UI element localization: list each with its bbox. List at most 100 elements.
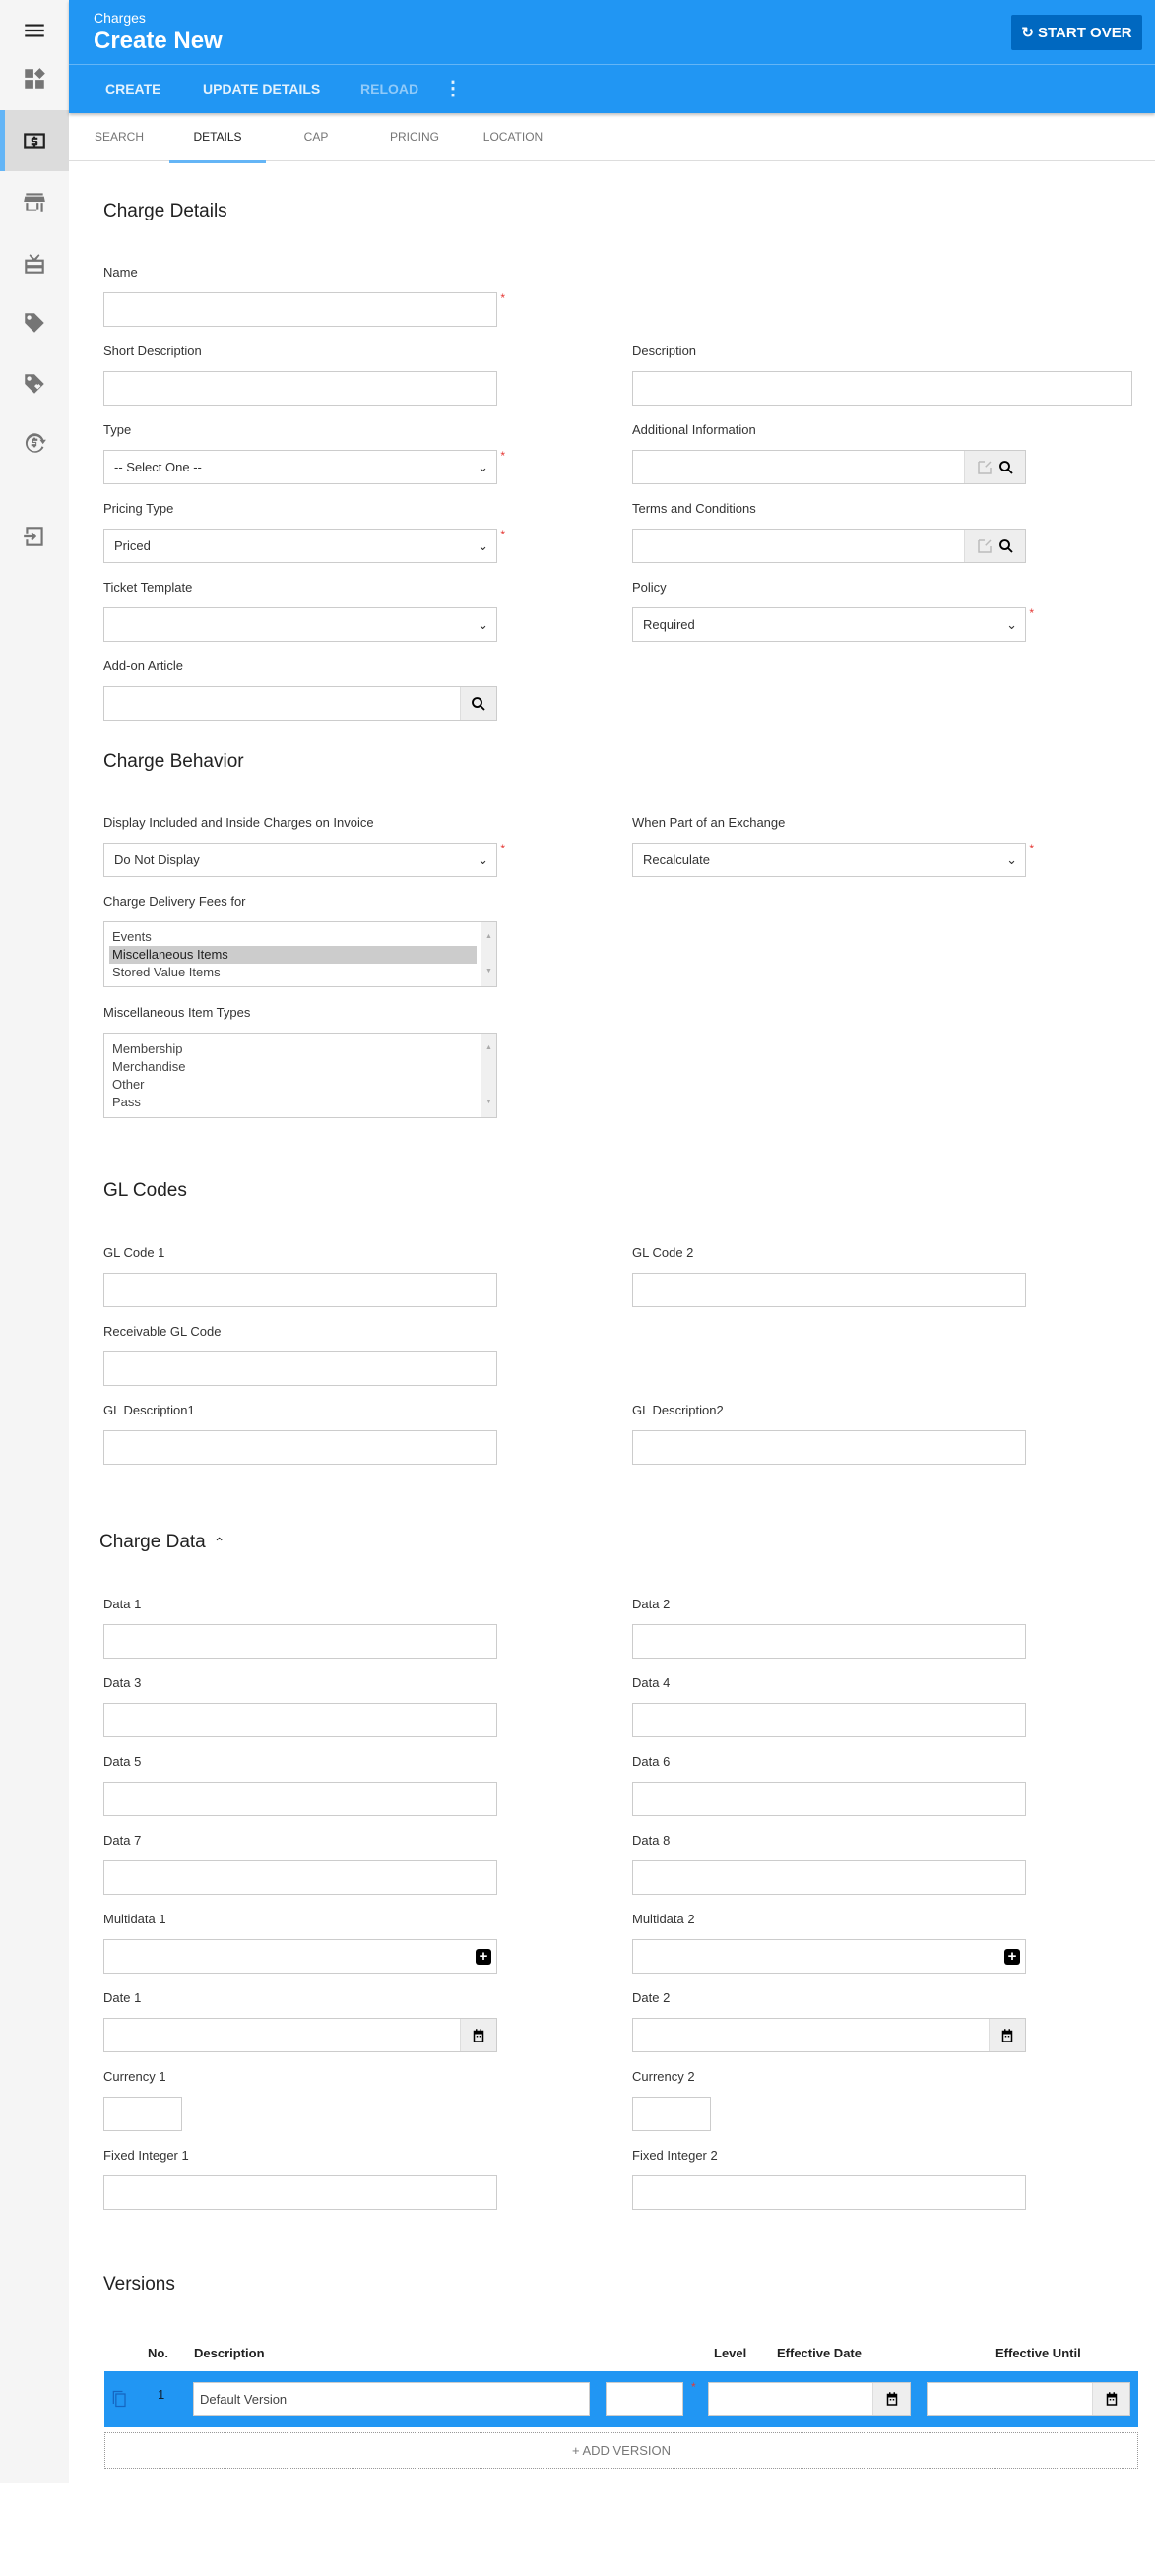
search-icon[interactable] xyxy=(997,537,1015,555)
date-2-calendar-button[interactable] xyxy=(989,2019,1025,2051)
ticket-template-select[interactable]: ⌄ xyxy=(103,607,497,642)
data-7-input[interactable] xyxy=(103,1860,497,1895)
reload-button[interactable]: RELOAD xyxy=(360,64,418,113)
gl-description-1-input[interactable] xyxy=(103,1430,497,1465)
breadcrumb[interactable]: Charges xyxy=(94,10,146,26)
data-8-input[interactable] xyxy=(632,1860,1026,1895)
sidebar-item-sign-out[interactable] xyxy=(0,506,69,567)
currency-exchange-icon xyxy=(25,433,46,453)
data-5-input[interactable] xyxy=(103,1782,497,1816)
type-select[interactable]: -- Select One -- ⌄ * xyxy=(103,449,505,484)
fixed-integer-2-input[interactable] xyxy=(632,2175,1026,2210)
sidebar-item-tag-heart[interactable] xyxy=(0,353,69,414)
short-description-input[interactable] xyxy=(103,371,497,406)
open-in-new-icon[interactable] xyxy=(976,459,994,476)
version-description-input[interactable]: Default Version xyxy=(193,2382,590,2416)
effective-date-calendar-button[interactable] xyxy=(872,2383,910,2415)
date-1-calendar-button[interactable] xyxy=(460,2019,496,2051)
gl-code-1-input[interactable] xyxy=(103,1273,497,1307)
list-option[interactable]: Stored Value Items xyxy=(109,964,477,981)
terms-input[interactable] xyxy=(632,529,1026,563)
description-input[interactable] xyxy=(632,371,1132,406)
currency-1-label: Currency 1 xyxy=(103,2069,166,2084)
section-heading-charge-data[interactable]: Charge Data ⌃ xyxy=(99,1523,225,1562)
sidebar-item-tags[interactable] xyxy=(0,292,69,353)
data-6-input[interactable] xyxy=(632,1782,1026,1816)
short-description-field: Short Description xyxy=(103,337,517,406)
addon-article-input[interactable] xyxy=(103,686,497,721)
currency-2-input[interactable] xyxy=(632,2097,711,2131)
date-1-input[interactable] xyxy=(103,2018,497,2052)
data-3-input[interactable] xyxy=(103,1703,497,1737)
terms-field: Terms and Conditions xyxy=(632,494,1046,563)
date-1-label: Date 1 xyxy=(103,1990,142,2005)
delivery-fees-listbox[interactable]: Events Miscellaneous Items Stored Value … xyxy=(103,921,497,987)
open-in-new-icon[interactable] xyxy=(976,537,994,555)
sidebar-item-charges[interactable] xyxy=(0,110,69,171)
policy-select[interactable]: Required ⌄ * xyxy=(632,606,1034,642)
chevron-up-icon[interactable]: ⌃ xyxy=(214,1523,225,1562)
data-8-field: Data 8 xyxy=(632,1826,1046,1895)
display-included-select[interactable]: Do Not Display ⌄ * xyxy=(103,842,505,877)
version-effective-until-input[interactable] xyxy=(927,2382,1130,2416)
list-option[interactable]: Merchandise xyxy=(109,1058,477,1076)
list-option[interactable]: Events xyxy=(109,928,477,946)
currency-1-input[interactable] xyxy=(103,2097,182,2131)
start-over-button[interactable]: ↻ START OVER xyxy=(1011,15,1142,50)
sidebar-item-dashboard[interactable] xyxy=(0,48,69,109)
pricing-type-select[interactable]: Priced ⌄ * xyxy=(103,528,505,563)
receivable-gl-code-input[interactable] xyxy=(103,1351,497,1386)
list-option[interactable]: Pass xyxy=(109,1094,477,1111)
table-row[interactable]: 1 Default Version * xyxy=(104,2371,1138,2427)
gl-description-2-label: GL Description2 xyxy=(632,1403,724,1417)
additional-information-input[interactable] xyxy=(632,450,1026,484)
add-version-button[interactable]: + ADD VERSION xyxy=(104,2432,1138,2469)
addon-article-search-button[interactable] xyxy=(460,687,496,720)
details-form: Charge Details Name * Short Description … xyxy=(69,0,1155,2483)
dashboard-icon xyxy=(25,68,45,89)
sidebar-item-gift-cards[interactable] xyxy=(0,233,69,294)
additional-information-buttons xyxy=(964,451,1025,483)
exchange-select[interactable]: Recalculate ⌄ * xyxy=(632,842,1034,877)
sidebar-item-store[interactable] xyxy=(0,171,69,232)
add-box-icon[interactable]: + xyxy=(1004,1949,1020,1965)
search-icon[interactable] xyxy=(997,459,1015,476)
version-effective-date-input[interactable] xyxy=(708,2382,911,2416)
more-vert-icon[interactable]: ⋮ xyxy=(443,64,463,113)
chevron-down-icon: ⌄ xyxy=(478,537,488,553)
update-details-button[interactable]: UPDATE DETAILS xyxy=(203,64,320,113)
multidata-2-label: Multidata 2 xyxy=(632,1912,695,1926)
version-level-input[interactable] xyxy=(606,2382,683,2416)
column-header-no: No. xyxy=(148,2346,168,2360)
gl-description-2-input[interactable] xyxy=(632,1430,1026,1465)
data-2-input[interactable] xyxy=(632,1624,1026,1659)
data-4-input[interactable] xyxy=(632,1703,1026,1737)
name-input[interactable]: * xyxy=(103,291,505,327)
scroll-down-icon[interactable]: ▼ xyxy=(485,963,492,980)
create-button[interactable]: CREATE xyxy=(105,64,161,113)
list-option[interactable]: Other xyxy=(109,1076,477,1094)
list-option[interactable]: Membership xyxy=(109,1040,477,1058)
effective-until-calendar-button[interactable] xyxy=(1092,2383,1129,2415)
gl-description-1-label: GL Description1 xyxy=(103,1403,195,1417)
scroll-down-icon[interactable]: ▼ xyxy=(485,1094,492,1111)
fixed-integer-1-input[interactable] xyxy=(103,2175,497,2210)
scrollbar[interactable]: ▲ ▼ xyxy=(481,1034,496,1117)
sidebar-item-currency-exchange[interactable] xyxy=(0,412,69,473)
list-option-selected[interactable]: Miscellaneous Items xyxy=(109,946,477,964)
multidata-1-input[interactable]: + xyxy=(103,1939,497,1974)
gl-code-2-label: GL Code 2 xyxy=(632,1245,694,1260)
name-label: Name xyxy=(103,265,138,280)
gl-code-2-input[interactable] xyxy=(632,1273,1026,1307)
section-heading-versions: Versions xyxy=(103,2274,175,2294)
add-box-icon[interactable]: + xyxy=(476,1949,491,1965)
data-1-input[interactable] xyxy=(103,1624,497,1659)
multidata-2-input[interactable]: + xyxy=(632,1939,1026,1974)
copy-icon[interactable] xyxy=(110,2388,130,2410)
scroll-up-icon[interactable]: ▲ xyxy=(485,1039,492,1057)
misc-item-types-listbox[interactable]: Membership Merchandise Other Pass ▲ ▼ xyxy=(103,1033,497,1118)
column-header-level: Level xyxy=(714,2346,747,2360)
scroll-up-icon[interactable]: ▲ xyxy=(485,928,492,946)
scrollbar[interactable]: ▲ ▼ xyxy=(481,922,496,986)
date-2-input[interactable] xyxy=(632,2018,1026,2052)
